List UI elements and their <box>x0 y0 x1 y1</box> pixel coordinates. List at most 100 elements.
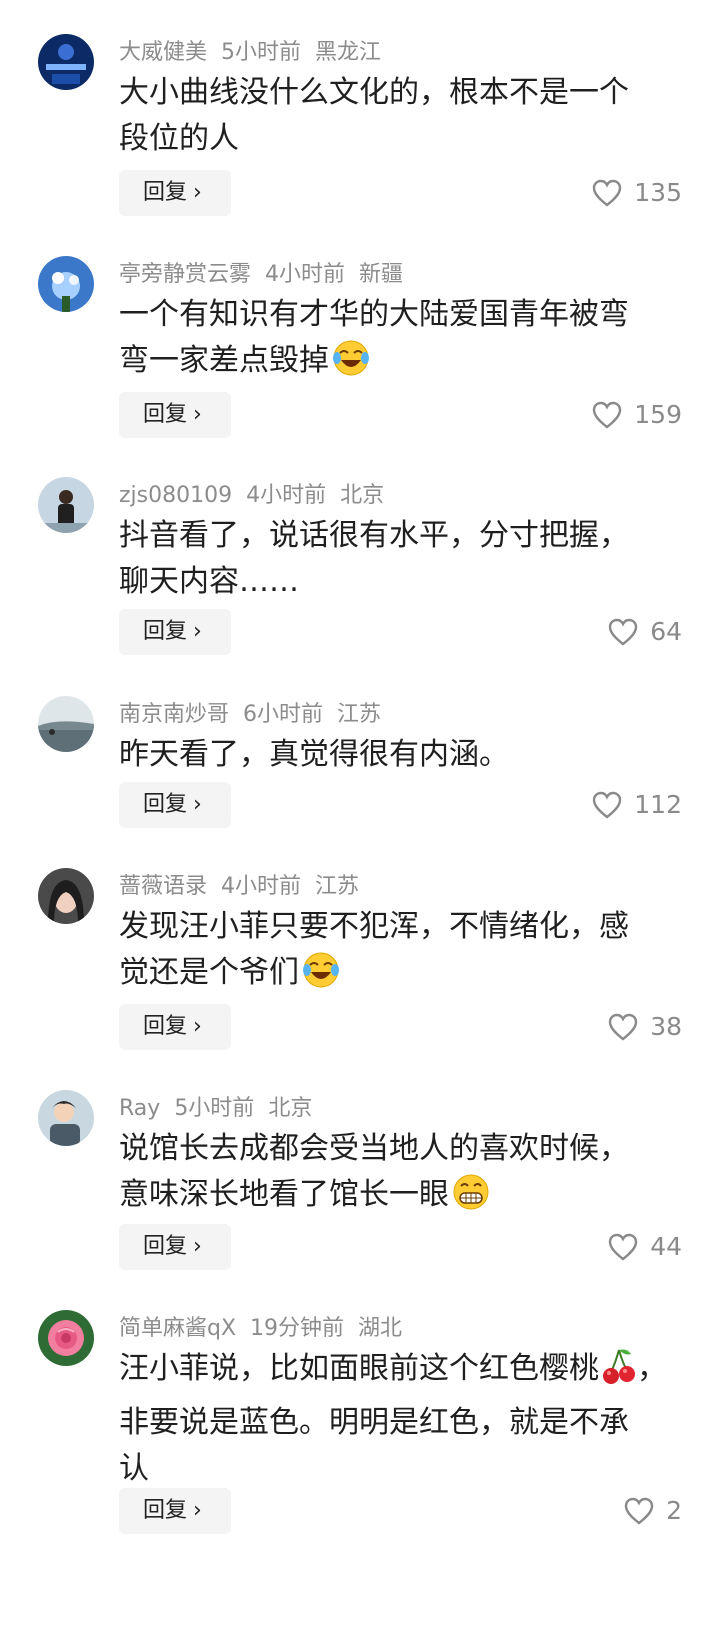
comment-line: 大小曲线没什么文化的，根本不是一个 <box>119 75 629 110</box>
reply-button[interactable]: 回复 › <box>119 1488 231 1534</box>
comment-meta: 简单麻酱qX 19分钟前 湖北 <box>119 1314 416 1344</box>
comment-text: 说馆长去成都会受当地人的喜欢时候， 意味深长地看了馆长一眼 <box>119 1126 679 1226</box>
reply-button[interactable]: 回复 › <box>119 170 231 216</box>
chevron-right-icon: › <box>193 402 202 427</box>
avatar[interactable] <box>38 868 94 924</box>
avatar[interactable] <box>38 1310 94 1366</box>
like-button[interactable]: 64 <box>608 609 682 655</box>
comment-line: 说馆长去成都会受当地人的喜欢时候， <box>119 1131 629 1166</box>
reply-button[interactable]: 回复 › <box>119 392 231 438</box>
timestamp: 5小时前 <box>174 1096 255 1121</box>
comment-meta: Ray 5小时前 北京 <box>119 1094 326 1124</box>
comment-meta: 南京南炒哥 6小时前 江苏 <box>119 700 395 730</box>
reply-label: 回复 <box>143 1014 188 1039</box>
chevron-right-icon: › <box>193 1498 202 1523</box>
comment-text: 抖音看了，说话很有水平，分寸把握， 聊天内容…… <box>119 513 679 605</box>
like-count: 159 <box>634 400 682 429</box>
heart-icon <box>624 1497 654 1525</box>
reply-label: 回复 <box>143 792 188 817</box>
location: 江苏 <box>315 874 360 899</box>
username[interactable]: zjs080109 <box>119 483 232 508</box>
like-count: 2 <box>666 1496 682 1525</box>
comment-feed: 大威健美 5小时前 黑龙江 大小曲线没什么文化的，根本不是一个 段位的人 回复 › 1… <box>0 0 720 1634</box>
avatar[interactable] <box>38 696 94 752</box>
comment-text: 大小曲线没什么文化的，根本不是一个 段位的人 <box>119 70 679 162</box>
timestamp: 6小时前 <box>243 702 324 727</box>
timestamp: 5小时前 <box>221 40 302 65</box>
chevron-right-icon: › <box>193 1014 202 1039</box>
timestamp: 4小时前 <box>265 262 346 287</box>
comment-line: 非要说是蓝色。明明是红色，就是不承 <box>119 1405 629 1440</box>
like-button[interactable]: 44 <box>608 1224 682 1270</box>
username[interactable]: 蔷薇语录 <box>119 874 207 899</box>
heart-icon <box>593 791 622 819</box>
reply-button[interactable]: 回复 › <box>119 1224 231 1270</box>
chevron-right-icon: › <box>193 1234 202 1259</box>
comment-line: 汪小菲说，比如面眼前这个红色樱桃， <box>119 1346 679 1400</box>
comment-line: 意味深长地看了馆长一眼 <box>119 1172 679 1226</box>
timestamp: 19分钟前 <box>250 1316 345 1341</box>
reply-button[interactable]: 回复 › <box>119 782 231 828</box>
location: 江苏 <box>337 702 382 727</box>
comment-line: 段位的人 <box>119 121 239 156</box>
avatar[interactable] <box>38 1090 94 1146</box>
location: 黑龙江 <box>315 40 382 65</box>
comment-line: 一个有知识有才华的大陆爱国青年被弯 <box>119 297 629 332</box>
comment-line: 认 <box>119 1451 149 1486</box>
comment-meta: 亭旁静赏云雾 4小时前 新疆 <box>119 260 417 290</box>
comment-line: 抖音看了，说话很有水平，分寸把握， <box>119 518 629 553</box>
like-count: 112 <box>634 790 682 819</box>
timestamp: 4小时前 <box>246 483 327 508</box>
avatar[interactable] <box>38 477 94 533</box>
comment-text: 汪小菲说，比如面眼前这个红色樱桃， 非要说是蓝色。明明是红色，就是不承 认 <box>119 1346 679 1492</box>
comment-line: 发现汪小菲只要不犯浑，不情绪化，感 <box>119 909 629 944</box>
username[interactable]: 简单麻酱qX <box>119 1316 236 1341</box>
like-button[interactable]: 135 <box>592 170 682 216</box>
heart-icon <box>608 1233 638 1261</box>
reply-label: 回复 <box>143 1234 188 1259</box>
username[interactable]: 大威健美 <box>119 40 207 65</box>
laughing-crying-emoji-icon <box>331 338 371 392</box>
like-button[interactable]: 159 <box>592 392 682 438</box>
heart-icon <box>608 1013 638 1041</box>
location: 新疆 <box>359 262 404 287</box>
avatar[interactable] <box>38 34 94 90</box>
comment-text: 昨天看了，真觉得很有内涵。 <box>119 732 679 778</box>
comment-line: 弯一家差点毁掉 <box>119 338 679 392</box>
username[interactable]: 南京南炒哥 <box>119 702 229 727</box>
location: 北京 <box>268 1096 313 1121</box>
chevron-right-icon: › <box>193 180 202 205</box>
username[interactable]: Ray <box>119 1096 160 1121</box>
like-button[interactable]: 38 <box>608 1004 682 1050</box>
comment-line: 聊天内容…… <box>119 564 299 599</box>
reply-label: 回复 <box>143 1498 188 1523</box>
comment-meta: 蔷薇语录 4小时前 江苏 <box>119 872 373 902</box>
like-button[interactable]: 2 <box>624 1488 682 1534</box>
comment-line: 觉还是个爷们 <box>119 950 679 1004</box>
heart-icon <box>593 179 622 207</box>
reply-label: 回复 <box>143 402 188 427</box>
laughing-crying-emoji-icon <box>301 950 341 1004</box>
comment-text: 一个有知识有才华的大陆爱国青年被弯 弯一家差点毁掉 <box>119 292 679 392</box>
comment-line: 昨天看了，真觉得很有内涵。 <box>119 737 509 772</box>
reply-button[interactable]: 回复 › <box>119 1004 231 1050</box>
reply-button[interactable]: 回复 › <box>119 609 231 655</box>
like-count: 64 <box>650 617 682 646</box>
like-count: 38 <box>650 1012 682 1041</box>
avatar[interactable] <box>38 256 94 312</box>
reply-label: 回复 <box>143 619 188 644</box>
like-button[interactable]: 112 <box>592 782 682 828</box>
like-count: 44 <box>650 1232 682 1261</box>
comment-text: 发现汪小菲只要不犯浑，不情绪化，感 觉还是个爷们 <box>119 904 679 1004</box>
like-count: 135 <box>634 178 682 207</box>
location: 北京 <box>340 483 385 508</box>
grinning-emoji-icon <box>451 1172 491 1226</box>
chevron-right-icon: › <box>193 619 202 644</box>
location: 湖北 <box>358 1316 403 1341</box>
heart-icon <box>608 618 638 646</box>
cherry-emoji-icon <box>601 1346 637 1400</box>
reply-label: 回复 <box>143 180 188 205</box>
username[interactable]: 亭旁静赏云雾 <box>119 262 251 287</box>
comment-meta: 大威健美 5小时前 黑龙江 <box>119 38 395 68</box>
chevron-right-icon: › <box>193 792 202 817</box>
